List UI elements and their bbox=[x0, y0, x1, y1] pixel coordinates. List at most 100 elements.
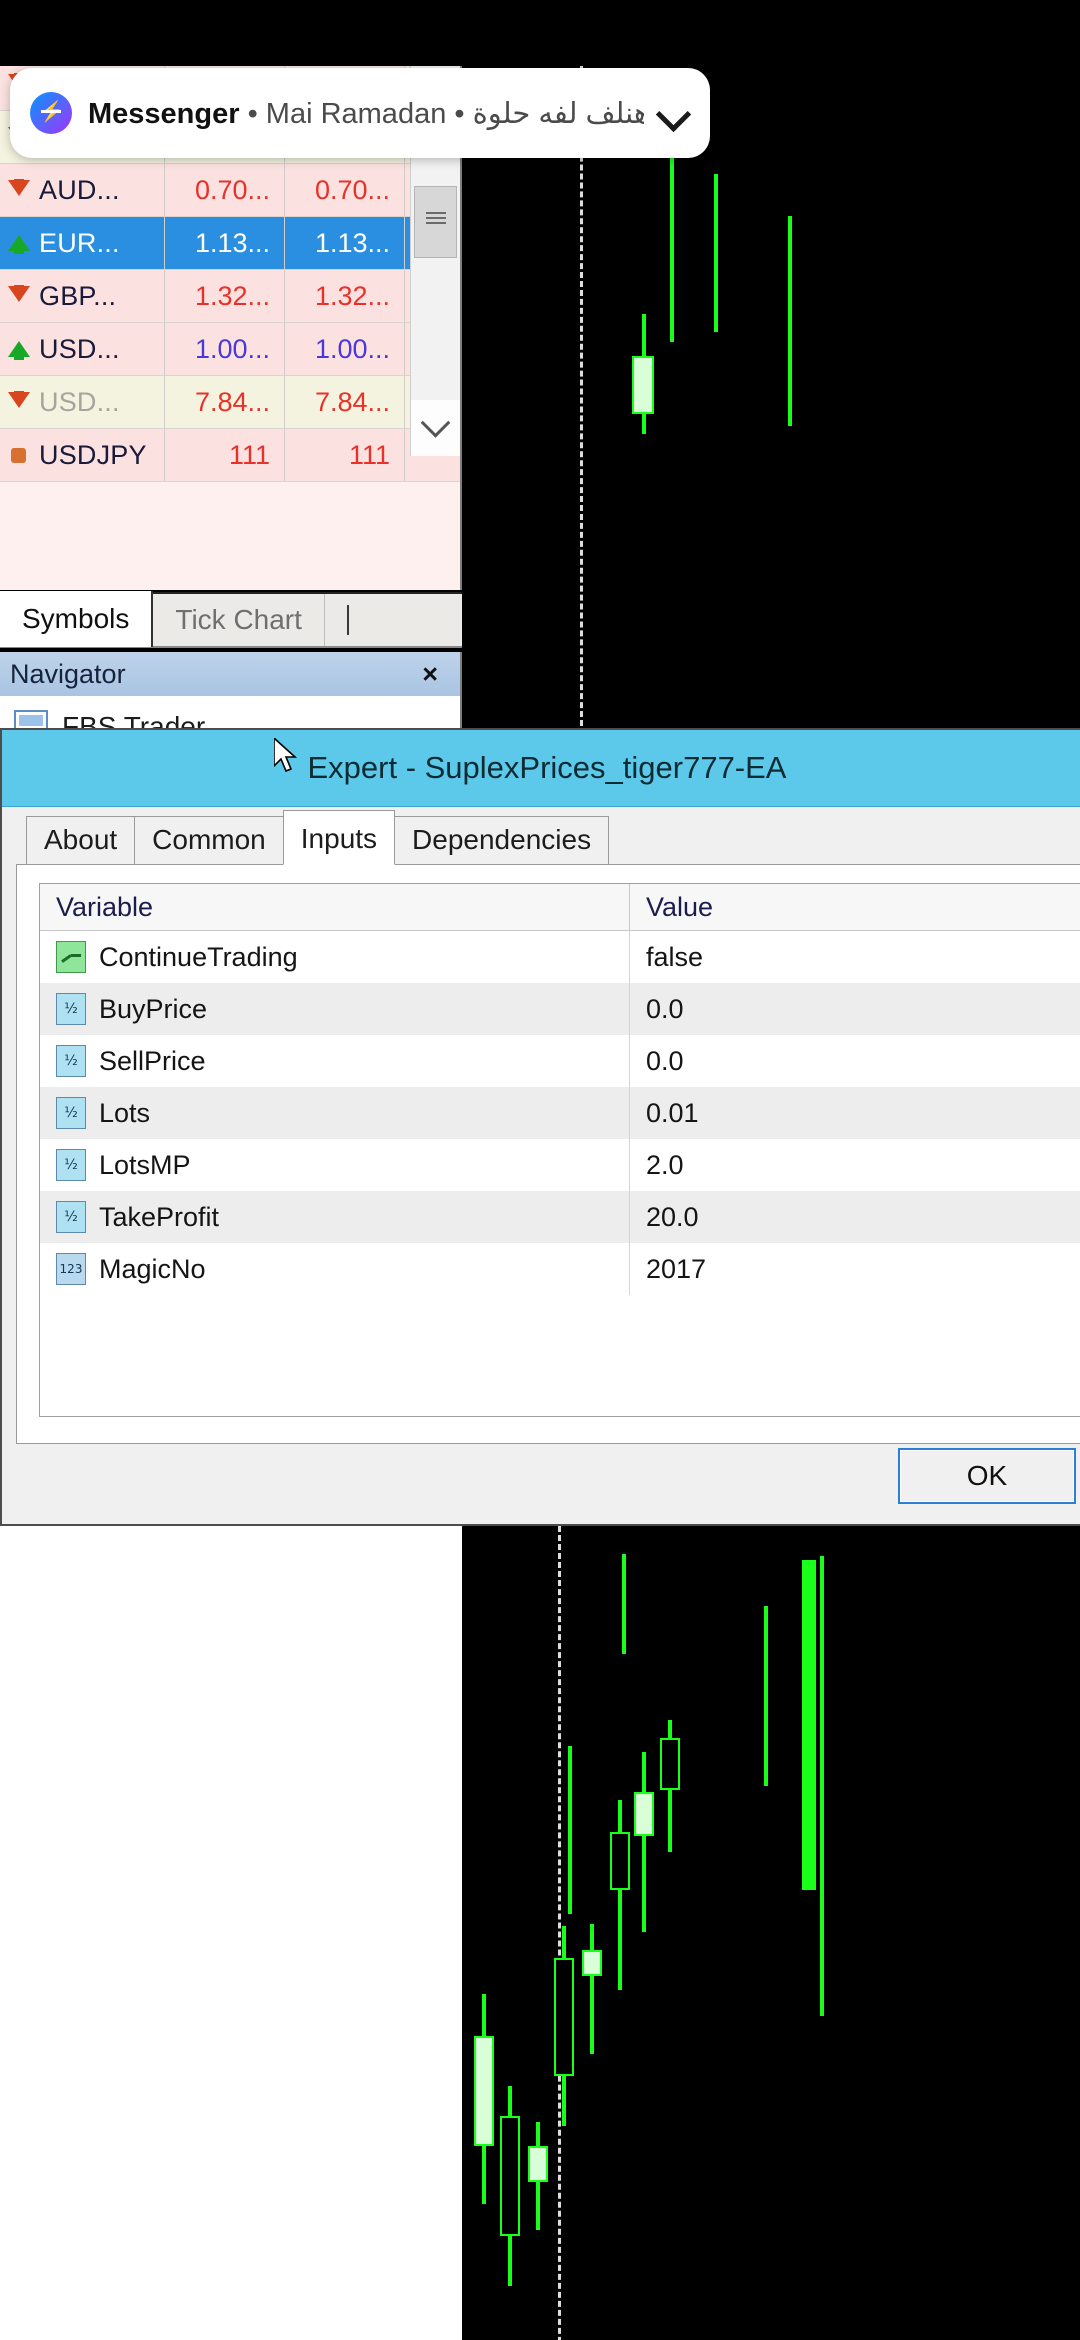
number-variable-icon: ½ bbox=[56, 1045, 86, 1077]
ask-cell: 111 bbox=[285, 429, 405, 481]
ask-value: 1.13... bbox=[315, 228, 390, 259]
column-header-variable: Variable bbox=[40, 884, 630, 930]
tab-about[interactable]: About bbox=[26, 816, 135, 865]
bid-cell: 1.00... bbox=[165, 323, 285, 375]
candle-wick bbox=[622, 1554, 626, 1654]
variable-name: ContinueTrading bbox=[99, 942, 298, 973]
ask-value: 1.32... bbox=[315, 281, 390, 312]
expert-properties-dialog[interactable]: Expert - SuplexPrices_tiger777-EA About … bbox=[0, 728, 1080, 1526]
variable-value[interactable]: 0.0 bbox=[630, 1046, 1080, 1077]
scrollbar-thumb[interactable] bbox=[414, 186, 457, 258]
bid-value: 111 bbox=[229, 440, 270, 471]
variable-cell: ½ Lots bbox=[40, 1087, 630, 1139]
ask-value: 7.84... bbox=[315, 387, 390, 418]
candle-body bbox=[500, 2116, 520, 2236]
variable-name: TakeProfit bbox=[99, 1202, 219, 1233]
ask-value: 111 bbox=[349, 440, 390, 471]
market-watch-tabbar[interactable]: Symbols Tick Chart bbox=[0, 592, 462, 648]
variable-value[interactable]: 0.0 bbox=[630, 994, 1080, 1025]
ask-cell: 1.13... bbox=[285, 217, 405, 269]
candle-body bbox=[660, 1738, 680, 1790]
candle-wick bbox=[642, 1752, 646, 1932]
notification-separator-1: • bbox=[248, 98, 258, 130]
arrow-up-icon bbox=[8, 232, 30, 254]
candle-body bbox=[634, 1792, 654, 1836]
ask-value: 0.70... bbox=[315, 175, 390, 206]
market-watch-symbol-cell: USDJPY bbox=[0, 429, 165, 481]
variable-value[interactable]: false bbox=[630, 942, 1080, 973]
bid-cell: 1.32... bbox=[165, 270, 285, 322]
navigator-titlebar: Navigator × bbox=[0, 652, 460, 696]
number-variable-icon: ½ bbox=[56, 1097, 86, 1129]
table-row[interactable]: ½ SellPrice 0.0 bbox=[40, 1035, 1080, 1087]
symbol-status-icon bbox=[8, 444, 30, 466]
ask-cell: 0.70... bbox=[285, 164, 405, 216]
symbol-label: AUD... bbox=[39, 175, 120, 206]
ask-value: 1.00... bbox=[315, 334, 390, 365]
number-variable-icon: ½ bbox=[56, 1201, 86, 1233]
dialog-titlebar: Expert - SuplexPrices_tiger777-EA bbox=[2, 730, 1080, 807]
variable-value[interactable]: 2.0 bbox=[630, 1150, 1080, 1181]
integer-variable-icon: 123 bbox=[56, 1253, 86, 1285]
table-row[interactable]: GBP... 1.32... 1.32... bbox=[0, 270, 460, 323]
tab-inputs-label: Inputs bbox=[301, 823, 377, 854]
tab-dependencies[interactable]: Dependencies bbox=[394, 816, 609, 865]
table-row[interactable]: USD... 7.84... 7.84... bbox=[0, 376, 460, 429]
variable-value[interactable]: 0.01 bbox=[630, 1098, 1080, 1129]
table-row[interactable]: USDJPY 111 111 bbox=[0, 429, 460, 482]
bid-value: 0.70... bbox=[195, 175, 270, 206]
variable-cell: 123 MagicNo bbox=[40, 1243, 630, 1295]
close-icon[interactable]: × bbox=[422, 659, 450, 690]
chart-panel-bottom[interactable] bbox=[462, 1526, 1080, 2340]
tab-symbols-label: Symbols bbox=[22, 603, 129, 635]
scroll-down-button[interactable] bbox=[411, 400, 460, 456]
inputs-grid[interactable]: Variable Value ContinueTrading false ½ B… bbox=[39, 883, 1080, 1417]
variable-cell: ½ BuyPrice bbox=[40, 983, 630, 1035]
messenger-notification-banner[interactable]: ⚡ Messenger • Mai Ramadan • بس هنلف لفه … bbox=[10, 68, 710, 158]
bid-value: 1.13... bbox=[195, 228, 270, 259]
candle-wick bbox=[714, 174, 718, 332]
table-row[interactable]: USD... 1.00... 1.00... bbox=[0, 323, 460, 376]
bid-cell: 7.84... bbox=[165, 376, 285, 428]
notification-message: بس هنلف لفه حلوة bbox=[473, 98, 644, 130]
number-variable-icon: ½ bbox=[56, 993, 86, 1025]
tab-about-label: About bbox=[44, 824, 117, 855]
variable-name: LotsMP bbox=[99, 1150, 191, 1181]
variable-cell: ContinueTrading bbox=[40, 931, 630, 983]
ok-button[interactable]: OK bbox=[898, 1448, 1076, 1504]
symbol-label: USD... bbox=[39, 387, 120, 418]
symbol-label: USD... bbox=[39, 334, 120, 365]
dialog-tabbar[interactable]: About Common Inputs Dependencies bbox=[2, 807, 1080, 865]
table-row[interactable]: ½ TakeProfit 20.0 bbox=[40, 1191, 1080, 1243]
tab-common[interactable]: Common bbox=[134, 816, 284, 865]
tab-symbols[interactable]: Symbols bbox=[0, 591, 153, 647]
tab-tick-chart[interactable]: Tick Chart bbox=[153, 594, 325, 646]
market-watch-symbol-cell: USD... bbox=[0, 376, 165, 428]
variable-cell: ½ TakeProfit bbox=[40, 1191, 630, 1243]
arrow-down-icon bbox=[8, 391, 30, 413]
ask-cell: 1.32... bbox=[285, 270, 405, 322]
bid-cell: 0.70... bbox=[165, 164, 285, 216]
tab-inputs[interactable]: Inputs bbox=[283, 810, 395, 865]
candle-body bbox=[474, 2036, 494, 2146]
notification-separator-2: • bbox=[454, 98, 464, 130]
variable-name: Lots bbox=[99, 1098, 150, 1129]
terminal-white-area bbox=[0, 1526, 462, 2340]
variable-name: SellPrice bbox=[99, 1046, 206, 1077]
table-row[interactable]: ½ LotsMP 2.0 bbox=[40, 1139, 1080, 1191]
bid-cell: 1.13... bbox=[165, 217, 285, 269]
crosshair-vertical-line bbox=[558, 1526, 561, 2340]
bool-variable-icon bbox=[56, 941, 86, 973]
table-row[interactable]: 123 MagicNo 2017 bbox=[40, 1243, 1080, 1295]
table-row-selected[interactable]: EUR... 1.13... 1.13... bbox=[0, 217, 460, 270]
chart-panel-top[interactable] bbox=[462, 66, 1080, 726]
bid-value: 1.32... bbox=[195, 281, 270, 312]
table-row[interactable]: ½ BuyPrice 0.0 bbox=[40, 983, 1080, 1035]
chevron-down-icon[interactable] bbox=[656, 96, 690, 130]
table-row[interactable]: ½ Lots 0.01 bbox=[40, 1087, 1080, 1139]
variable-value[interactable]: 2017 bbox=[630, 1254, 1080, 1285]
variable-value[interactable]: 20.0 bbox=[630, 1202, 1080, 1233]
symbol-label: USDJPY bbox=[39, 440, 147, 471]
table-row[interactable]: ContinueTrading false bbox=[40, 931, 1080, 983]
table-row[interactable]: AUD... 0.70... 0.70... bbox=[0, 164, 460, 217]
